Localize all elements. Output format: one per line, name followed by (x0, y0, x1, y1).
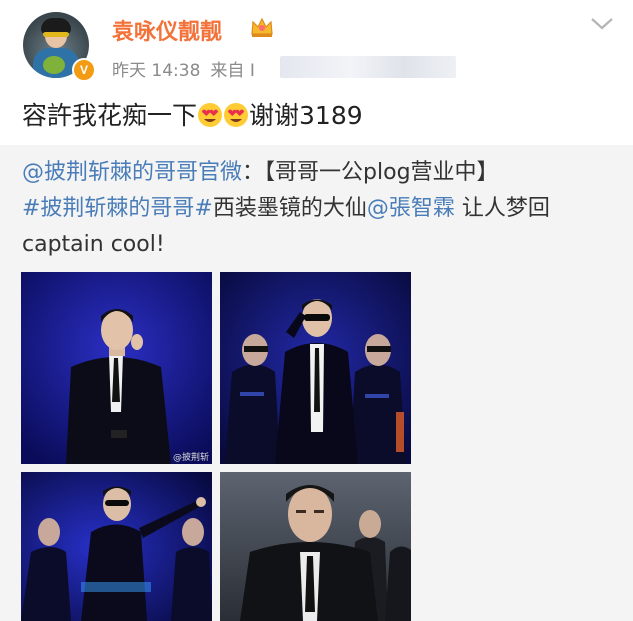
source-label: 来自 (210, 61, 245, 81)
hashtag-link[interactable]: #披荆斩棘的哥哥# (22, 196, 213, 221)
repost-colon: ： (242, 160, 265, 185)
verified-badge-icon: V (72, 58, 96, 82)
source-partial: I (249, 61, 255, 81)
repost-text-line3: captain cool! (22, 232, 165, 257)
username[interactable]: 袁咏仪靓靓 (112, 14, 222, 46)
photo-4[interactable] (220, 472, 411, 621)
photo-1[interactable]: @披荆斩 (21, 272, 212, 464)
chevron-down-icon[interactable] (588, 14, 616, 34)
repost-author-link[interactable]: @披荆斩棘的哥哥官微 (22, 160, 242, 185)
heart-eyes-emoji-icon (198, 103, 223, 127)
photo-2[interactable] (220, 272, 411, 464)
heart-eyes-emoji-icon (224, 103, 249, 127)
crown-icon (251, 17, 273, 37)
mention-link[interactable]: @張智霖 (367, 196, 455, 221)
repost-text-end: 让人梦回 (454, 196, 550, 221)
repost-title: 【哥哥一公plog营业中】 (264, 160, 499, 185)
post-header: V 袁咏仪靓靓 昨天 14:38 来自 I (0, 0, 633, 90)
post-time: 昨天 14:38 (112, 61, 201, 81)
repost-text: @披荆斩棘的哥哥官微：【哥哥一公plog营业中】 #披荆斩棘的哥哥#西装墨镜的大… (22, 155, 622, 263)
post-body: 容許我花痴一下 谢谢3189 (22, 96, 363, 132)
post-text-main: 容許我花痴一下 (22, 101, 198, 130)
photo-watermark: @披荆斩 (173, 453, 210, 463)
repost-text-mid: 西装墨镜的大仙 (212, 196, 367, 221)
post-text-thanks: 谢谢3189 (249, 101, 363, 130)
repost-card[interactable]: @披荆斩棘的哥哥官微：【哥哥一公plog营业中】 #披荆斩棘的哥哥#西装墨镜的大… (0, 145, 633, 621)
photo-3[interactable] (21, 472, 212, 621)
post-meta: 昨天 14:38 来自 I (112, 56, 255, 81)
source-blurred (280, 56, 456, 78)
